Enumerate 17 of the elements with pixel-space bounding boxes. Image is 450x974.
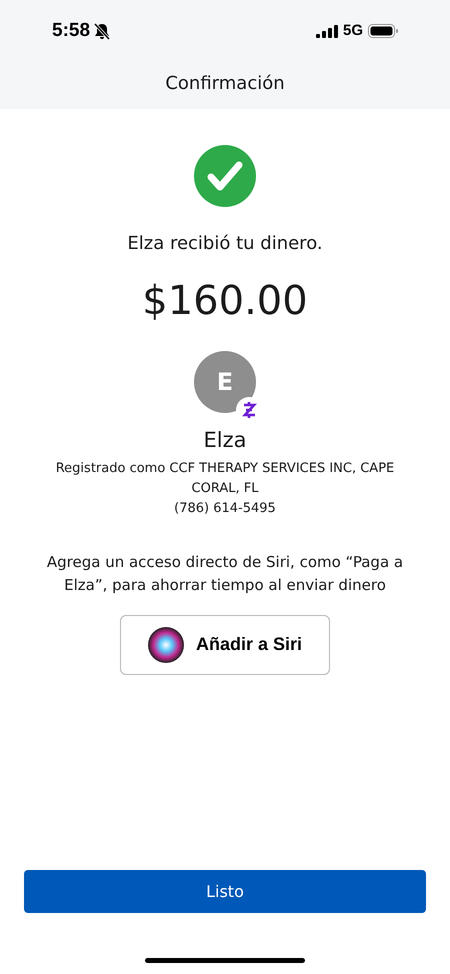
battery-icon <box>368 24 398 38</box>
confirmation-message: Elza recibió tu dinero. <box>127 232 323 256</box>
amount: $160.00 <box>142 281 308 321</box>
add-to-siri-button[interactable]: Añadir a Siri <box>120 614 330 674</box>
siri-description: Agrega un acceso directo de Siri, como “Paga a Elza”, para ahorrar tiempo al enviar dinero <box>46 552 404 596</box>
status-time: 5:58 <box>52 18 90 43</box>
siri-orb-icon <box>148 626 184 662</box>
network-label: 5G <box>342 20 363 41</box>
signal-icon <box>316 24 338 38</box>
avatar: E <box>194 351 256 413</box>
header-title: Confirmación <box>165 72 285 96</box>
success-check-icon <box>194 145 256 207</box>
phone-number: (786) 614-5495 <box>174 500 276 518</box>
done-button[interactable]: Listo <box>24 870 426 913</box>
recipient-name: Elza <box>204 427 246 454</box>
muted-bell-icon <box>94 22 110 40</box>
registration-text: Registrado como CCF THERAPY SERVICES INC, CAPE CORAL, FL <box>54 460 396 498</box>
